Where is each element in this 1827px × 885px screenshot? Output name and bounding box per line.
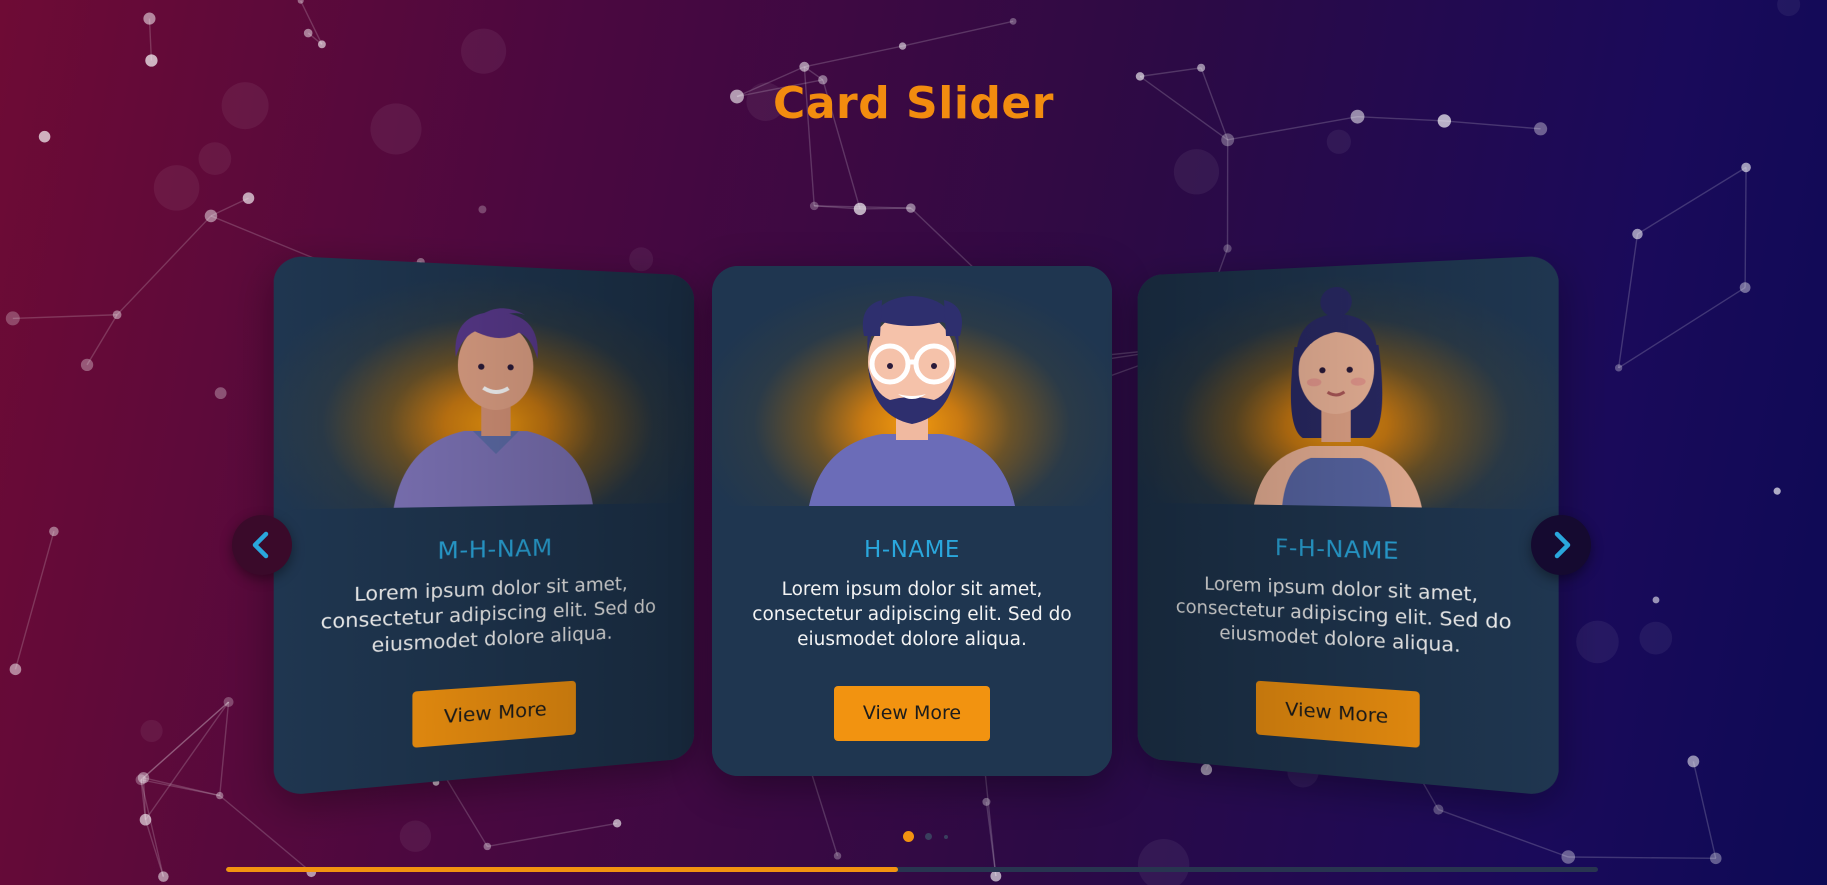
card-body: H-NAME Lorem ipsum dolor sit amet, conse… — [712, 506, 1112, 776]
card-body: M-H-NAM Lorem ipsum dolor sit amet, cons… — [273, 502, 695, 797]
card-left[interactable]: M-H-NAM Lorem ipsum dolor sit amet, cons… — [273, 255, 695, 797]
card-photo — [712, 266, 1112, 506]
young-man-avatar — [393, 307, 593, 508]
bearded-man-glasses-avatar — [809, 296, 1015, 506]
card-photo — [273, 255, 695, 510]
chevron-left-icon — [252, 531, 269, 559]
slider-progress-bar — [226, 867, 1598, 872]
view-more-button[interactable]: View More — [834, 686, 990, 741]
card-name: F-H-NAME — [1274, 535, 1400, 566]
pagination-dot[interactable] — [944, 835, 948, 839]
card-slider: M-H-NAM Lorem ipsum dolor sit amet, cons… — [0, 0, 1827, 885]
chevron-right-icon — [1554, 531, 1571, 559]
pagination-dot-active[interactable] — [903, 831, 914, 842]
slider-progress-fill — [226, 867, 899, 872]
card-description: Lorem ipsum dolor sit amet, consectetur … — [320, 574, 656, 658]
pagination-dot[interactable] — [925, 833, 932, 840]
card-body: F-H-NAME Lorem ipsum dolor sit amet, con… — [1137, 502, 1559, 797]
next-button[interactable] — [1531, 515, 1591, 575]
prev-button[interactable] — [232, 515, 292, 575]
card-right[interactable]: F-H-NAME Lorem ipsum dolor sit amet, con… — [1137, 255, 1559, 797]
woman-bun-avatar — [1253, 286, 1422, 508]
card-description: Lorem ipsum dolor sit amet, consectetur … — [752, 579, 1072, 650]
card-center[interactable]: H-NAME Lorem ipsum dolor sit amet, conse… — [712, 266, 1112, 776]
view-more-button[interactable]: View More — [412, 680, 576, 748]
card-description: Lorem ipsum dolor sit amet, consectetur … — [1175, 574, 1512, 658]
card-name: H-NAME — [864, 537, 960, 563]
card-photo — [1137, 255, 1559, 510]
card-name: M-H-NAM — [437, 535, 553, 565]
view-more-button[interactable]: View More — [1255, 680, 1420, 748]
